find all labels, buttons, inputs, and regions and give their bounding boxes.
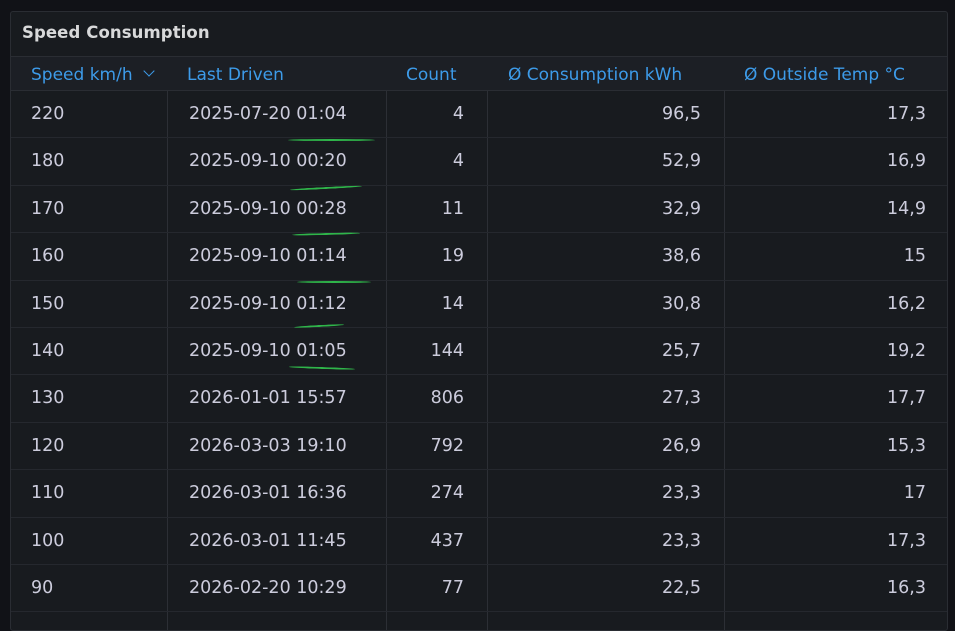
panel-title: Speed Consumption — [22, 23, 210, 42]
table-row: 150 2025-09-10 01:12 14 30,8 16,2 — [11, 281, 947, 328]
cell-last-driven: 2026-02-20 10:29 — [189, 577, 347, 598]
table-row: 90 2026-02-20 10:29 77 22,5 16,3 — [11, 565, 947, 613]
chevron-down-icon[interactable] — [142, 65, 155, 77]
table-header: Speed km/h Last Driven Count Ø Consumpti… — [11, 56, 947, 91]
cell-speed: 150 — [31, 293, 65, 314]
annotation-underline — [288, 139, 375, 141]
cell-consumption: 30,8 — [662, 293, 701, 314]
table-row: 120 2026-03-03 19:10 792 26,9 15,3 — [11, 423, 947, 471]
cell-consumption: 32,9 — [662, 198, 701, 219]
cell-outside-temp: 17,3 — [887, 104, 926, 124]
cell-count: 4 — [452, 151, 464, 172]
cell-last-driven: 2026-03-01 16:36 — [189, 483, 347, 504]
cell-speed: 180 — [31, 151, 65, 172]
cell-outside-temp: 14,9 — [887, 198, 926, 219]
cell-count: 4 — [452, 104, 464, 124]
cell-consumption: 96,5 — [662, 104, 701, 124]
table-body: 220 2025-07-20 01:04 4 96,5 17,3 180 2025-09-1… — [11, 91, 947, 613]
cell-count: 806 — [430, 388, 464, 409]
cell-speed: 90 — [31, 577, 54, 598]
column-header-last-driven[interactable]: Last Driven — [187, 57, 284, 92]
cell-count: 274 — [430, 483, 464, 504]
cell-outside-temp: 16,2 — [887, 293, 926, 314]
cell-outside-temp: 16,3 — [887, 577, 926, 598]
cell-last-driven: 2025-09-10 00:20 — [189, 151, 347, 172]
cell-count: 77 — [441, 577, 464, 598]
speed-consumption-panel: Speed Consumption Speed km/h Last Driven… — [10, 11, 948, 631]
cell-speed: 140 — [31, 340, 65, 361]
cell-speed: 160 — [31, 246, 65, 267]
table-row: 180 2025-09-10 00:20 4 52,9 16,9 — [11, 138, 947, 186]
column-header-speed[interactable]: Speed km/h — [31, 57, 155, 92]
cell-count: 14 — [441, 293, 464, 314]
cell-count: 437 — [430, 530, 464, 551]
cell-speed: 110 — [31, 483, 65, 504]
table-row: 160 2025-09-10 01:14 19 38,6 15 — [11, 233, 947, 281]
cell-last-driven: 2026-01-01 15:57 — [189, 388, 347, 409]
cell-consumption: 52,9 — [662, 151, 701, 172]
cell-outside-temp: 17,7 — [887, 388, 926, 409]
cell-outside-temp: 17 — [903, 483, 926, 504]
table-row: 170 2025-09-10 00:28 11 32,9 14,9 — [11, 186, 947, 234]
table-row: 130 2026-01-01 15:57 806 27,3 17,7 — [11, 375, 947, 423]
cell-consumption: 27,3 — [662, 388, 701, 409]
cell-speed: 170 — [31, 198, 65, 219]
cell-last-driven: 2026-03-03 19:10 — [189, 435, 347, 456]
cell-last-driven: 2025-09-10 01:14 — [189, 246, 347, 267]
cell-consumption: 38,6 — [662, 246, 701, 267]
cell-speed: 220 — [31, 104, 65, 124]
cell-consumption: 22,5 — [662, 577, 701, 598]
cell-outside-temp: 17,3 — [887, 530, 926, 551]
cell-consumption: 26,9 — [662, 435, 701, 456]
column-header-speed-label: Speed km/h — [31, 65, 133, 85]
cell-outside-temp: 15,3 — [887, 435, 926, 456]
table-row: 100 2026-03-01 11:45 437 23,3 17,3 — [11, 518, 947, 565]
cell-consumption: 23,3 — [662, 530, 701, 551]
column-header-outside-temp[interactable]: Ø Outside Temp °C — [744, 57, 905, 92]
cell-last-driven: 2025-09-10 00:28 — [189, 198, 347, 219]
cell-consumption: 23,3 — [662, 483, 701, 504]
cell-count: 792 — [430, 435, 464, 456]
annotation-underline — [297, 281, 371, 283]
cell-outside-temp: 15 — [903, 246, 926, 267]
cell-last-driven: 2025-09-10 01:12 — [189, 293, 347, 314]
table-row: 140 2025-09-10 01:05 144 25,7 19,2 — [11, 328, 947, 376]
table-row: 110 2026-03-01 16:36 274 23,3 17 — [11, 470, 947, 518]
table-row: 220 2025-07-20 01:04 4 96,5 17,3 — [11, 91, 947, 139]
cell-speed: 130 — [31, 388, 65, 409]
cell-outside-temp: 16,9 — [887, 151, 926, 172]
column-header-consumption[interactable]: Ø Consumption kWh — [508, 57, 682, 92]
cell-last-driven: 2026-03-01 11:45 — [189, 530, 347, 551]
cell-count: 19 — [441, 246, 464, 267]
cell-outside-temp: 19,2 — [887, 340, 926, 361]
cell-consumption: 25,7 — [662, 340, 701, 361]
cell-count: 11 — [441, 198, 464, 219]
cell-speed: 100 — [31, 530, 65, 551]
cell-count: 144 — [430, 340, 464, 361]
column-header-count[interactable]: Count — [406, 57, 457, 92]
cell-speed: 120 — [31, 435, 65, 456]
cell-last-driven: 2025-07-20 01:04 — [189, 104, 347, 124]
